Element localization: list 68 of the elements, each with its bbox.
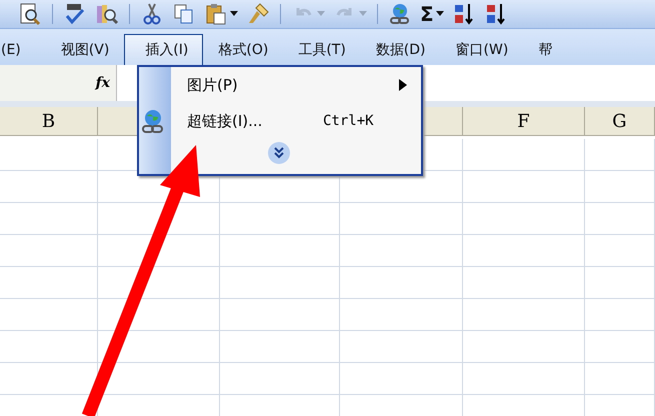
grid-cell[interactable] xyxy=(585,299,655,331)
grid-cell[interactable] xyxy=(0,299,98,331)
grid-cell[interactable] xyxy=(585,171,655,203)
menu-item[interactable]: 数据(D) xyxy=(360,34,441,65)
grid-cell[interactable] xyxy=(220,235,340,267)
grid-cell[interactable] xyxy=(463,299,585,331)
grid-cell[interactable] xyxy=(585,363,655,395)
grid-cell[interactable] xyxy=(220,331,340,363)
grid-cell[interactable] xyxy=(463,139,585,171)
grid-cell[interactable] xyxy=(585,235,655,267)
grid-cell[interactable] xyxy=(463,203,585,235)
grid-cell[interactable] xyxy=(340,235,463,267)
books-magnifier-icon[interactable] xyxy=(95,2,119,26)
menu-item[interactable]: 工具(T) xyxy=(283,34,361,65)
dropdown-arrow-icon[interactable] xyxy=(436,11,444,17)
grid-cell[interactable] xyxy=(0,139,98,171)
menu-item[interactable]: (E) xyxy=(0,34,36,65)
name-box[interactable]: fx xyxy=(0,65,116,101)
grid-cell[interactable] xyxy=(98,235,220,267)
grid-cell[interactable] xyxy=(220,203,340,235)
menu-item[interactable]: 插入(I) xyxy=(124,34,204,65)
grid-cell[interactable] xyxy=(220,363,340,395)
expand-chevron-icon[interactable] xyxy=(267,141,291,165)
grid-cell[interactable] xyxy=(585,139,655,171)
function-label[interactable]: fx xyxy=(96,75,110,91)
grid-cell[interactable] xyxy=(463,235,585,267)
grid-cell[interactable] xyxy=(98,203,220,235)
grid-cell[interactable] xyxy=(340,203,463,235)
column-header[interactable]: B xyxy=(0,107,98,136)
menu-item[interactable]: 格式(O) xyxy=(203,34,284,65)
grid-cell[interactable] xyxy=(98,331,220,363)
dropdown-arrow-icon[interactable] xyxy=(230,11,238,17)
magnifier-page-icon[interactable] xyxy=(18,2,42,26)
menu-option[interactable]: 图片(P) xyxy=(171,67,421,103)
grid-cell[interactable] xyxy=(585,267,655,299)
column-header[interactable]: F xyxy=(463,107,585,136)
menu-item[interactable]: 帮 xyxy=(523,34,568,65)
grid-cell[interactable] xyxy=(340,363,463,395)
grid-cell[interactable] xyxy=(98,267,220,299)
grid-cell[interactable] xyxy=(220,267,340,299)
spell-check-icon[interactable] xyxy=(63,2,87,26)
menu-item[interactable]: 窗口(W) xyxy=(440,34,524,65)
grid-cell[interactable] xyxy=(0,203,98,235)
grid-cell[interactable] xyxy=(340,331,463,363)
grid-cell[interactable] xyxy=(98,299,220,331)
menu-option[interactable]: 超链接(I)... Ctrl+K xyxy=(171,103,421,139)
paste-icon[interactable] xyxy=(204,2,228,26)
grid-cell[interactable] xyxy=(0,363,98,395)
grid-cell[interactable] xyxy=(340,267,463,299)
grid-cell[interactable] xyxy=(220,299,340,331)
menu-item[interactable]: 视图(V) xyxy=(46,34,124,65)
grid-cell[interactable] xyxy=(463,267,585,299)
grid-cell[interactable] xyxy=(585,331,655,363)
submenu-arrow-icon xyxy=(399,79,407,91)
grid-cell[interactable] xyxy=(0,171,98,203)
grid-cell[interactable] xyxy=(0,235,98,267)
grid-cell[interactable] xyxy=(340,299,463,331)
grid-cell[interactable] xyxy=(463,171,585,203)
brush-icon[interactable] xyxy=(246,2,270,26)
globe-link-icon[interactable] xyxy=(388,2,412,26)
grid-cell[interactable] xyxy=(0,331,98,363)
grid-cell[interactable] xyxy=(0,267,98,299)
column-header[interactable]: G xyxy=(585,107,655,136)
sum-button[interactable]: Σ xyxy=(420,2,434,26)
grid-cell[interactable] xyxy=(463,331,585,363)
globe-link-icon xyxy=(141,108,165,134)
grid-cell[interactable] xyxy=(585,203,655,235)
grid-cell[interactable] xyxy=(463,363,585,395)
